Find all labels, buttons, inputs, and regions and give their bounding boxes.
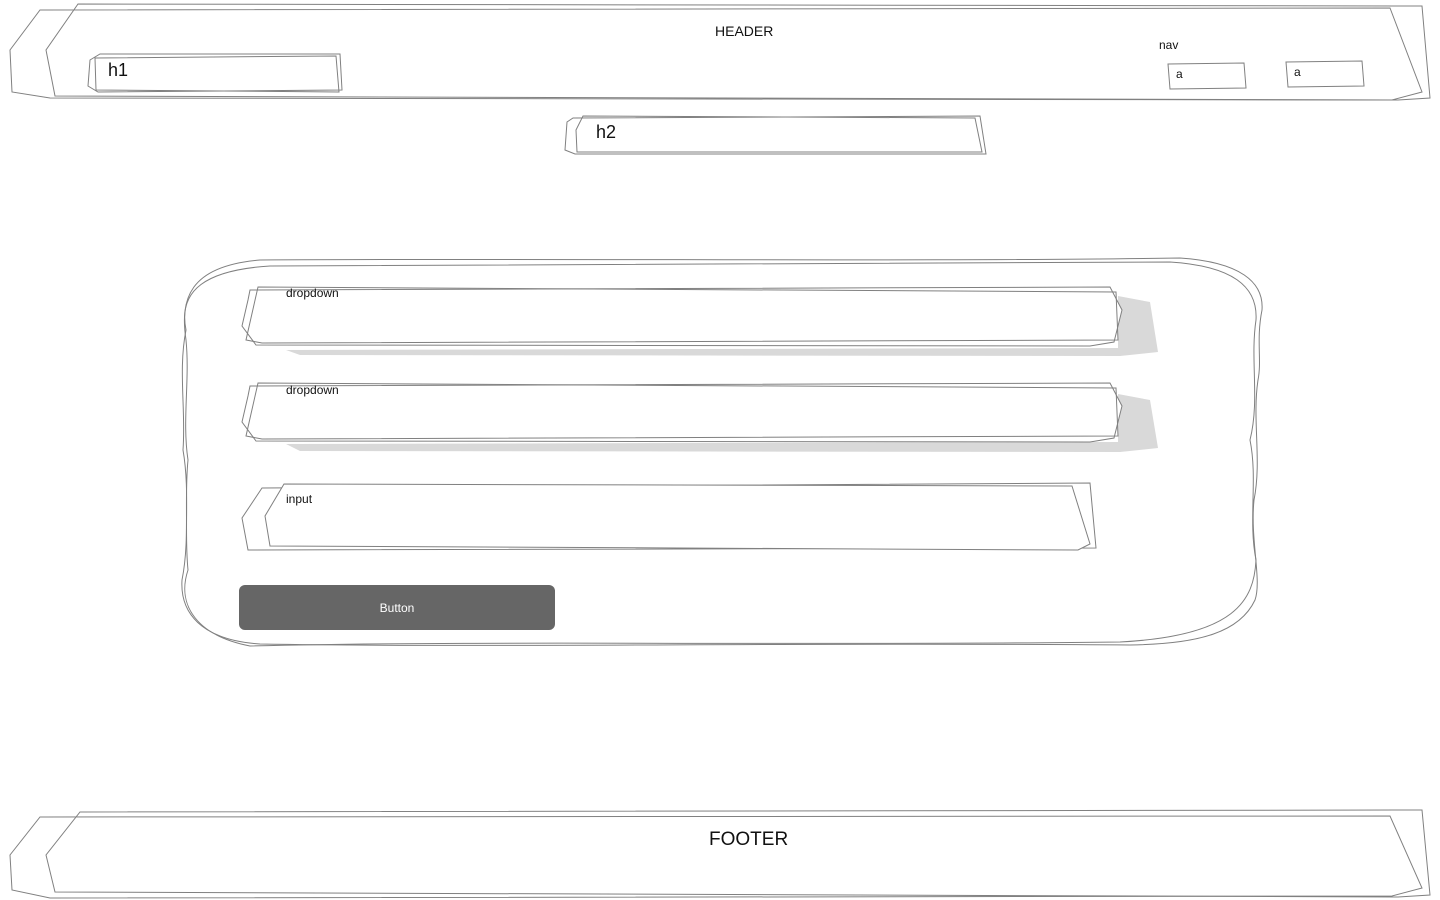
- nav-link-2-label: a: [1294, 65, 1301, 79]
- text-input[interactable]: input: [246, 484, 1094, 548]
- text-input-label: input: [286, 492, 313, 506]
- page-heading-h2: h2: [596, 122, 617, 142]
- dropdown-1-label: dropdown: [286, 286, 339, 300]
- header-title: HEADER: [715, 23, 774, 39]
- submit-button-label: Button: [379, 600, 415, 615]
- nav-link-1[interactable]: a: [1168, 63, 1246, 89]
- nav-link-2[interactable]: a: [1286, 61, 1364, 87]
- sketch-layer: [9, 3, 1431, 899]
- dropdown-2[interactable]: dropdown: [246, 383, 1120, 441]
- nav-title: nav: [1159, 38, 1179, 52]
- page-heading-h1: h1: [108, 60, 129, 80]
- footer-box: [9, 809, 1431, 899]
- footer-title: FOOTER: [709, 829, 789, 850]
- dropdown-2-label: dropdown: [286, 383, 339, 397]
- submit-button[interactable]: Button: [239, 585, 555, 630]
- h2-box: [564, 115, 987, 155]
- nav-link-1-label: a: [1176, 67, 1183, 81]
- dropdown-1[interactable]: dropdown: [246, 286, 1120, 345]
